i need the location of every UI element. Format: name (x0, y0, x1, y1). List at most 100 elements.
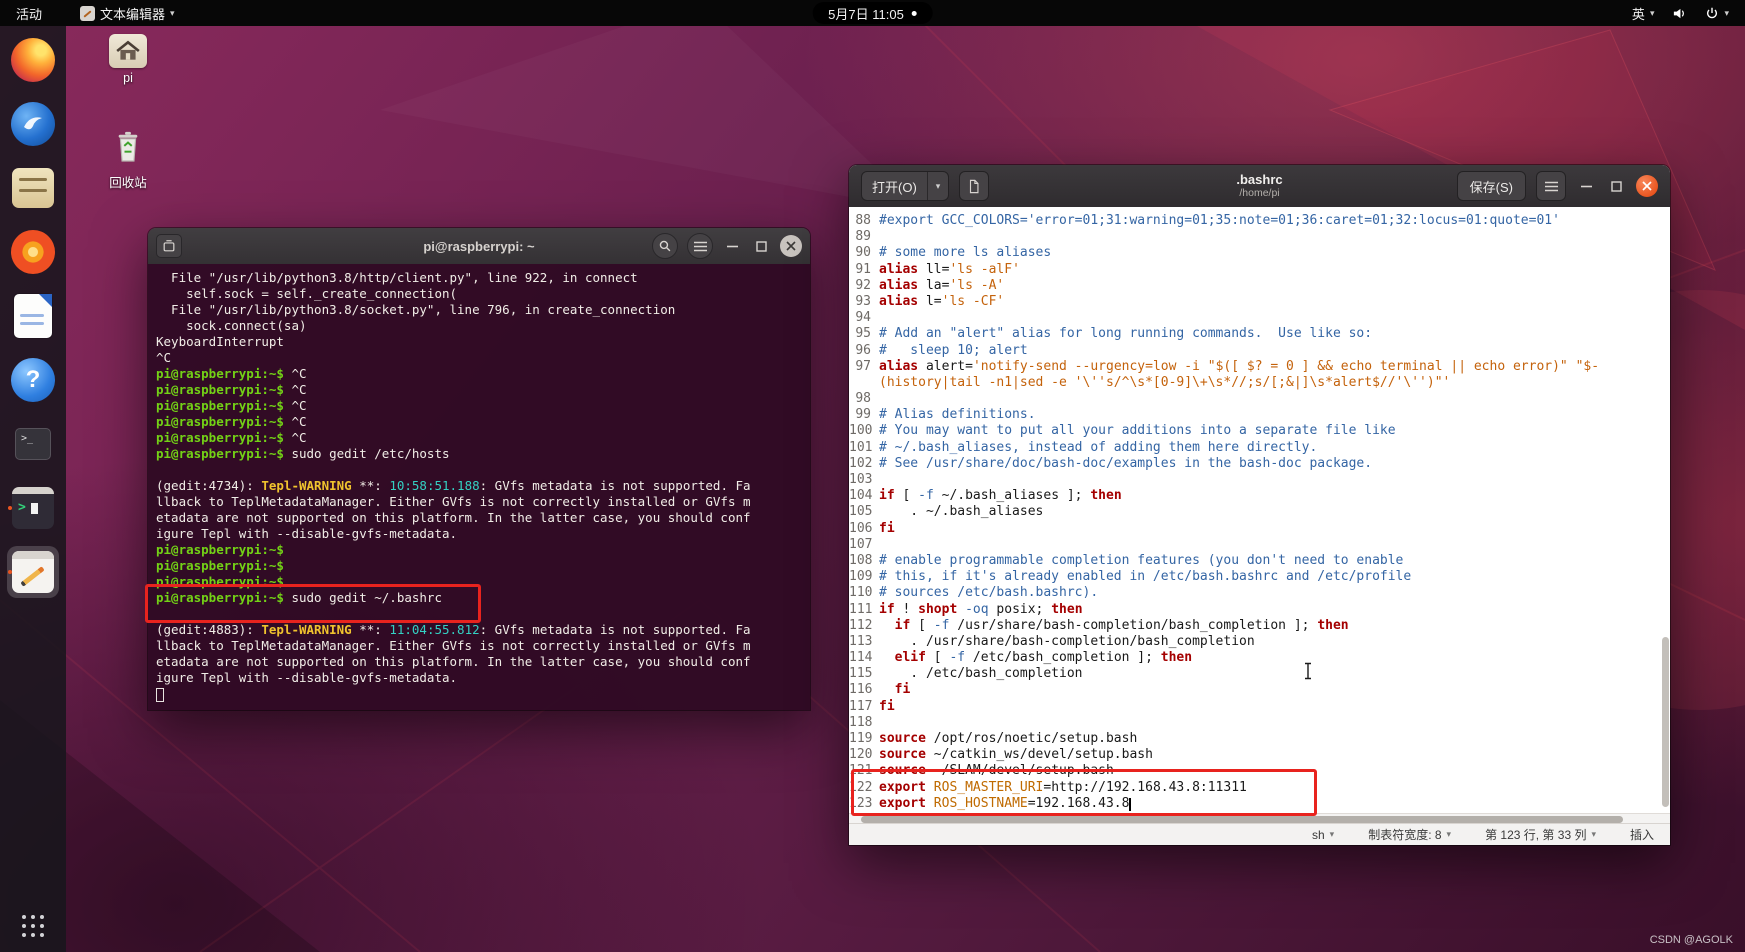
code-line[interactable]: 90 # some more ls aliases (849, 245, 1670, 261)
maximize-button[interactable] (751, 236, 771, 256)
dock-item-help[interactable] (7, 354, 59, 406)
code-line[interactable]: 119 source /opt/ros/noetic/setup.bash (849, 731, 1670, 747)
code-line[interactable]: 100 # You may want to put all your additi… (849, 423, 1670, 439)
clock-label: 5月7日 11:05 (828, 6, 904, 22)
chevron-down-icon: ▾ (1446, 829, 1452, 839)
code-line[interactable]: 89 (849, 229, 1670, 245)
dock-item-text-editor[interactable] (7, 546, 59, 598)
code-line[interactable]: 115 . /etc/bash_completion (849, 666, 1670, 682)
new-document-button[interactable] (959, 171, 990, 201)
terminal-output[interactable]: File "/usr/lib/python3.8/http/client.py"… (148, 264, 810, 710)
code-line[interactable]: 97 alias alert='notify-send --urgency=low… (849, 359, 1670, 375)
terminal-line: etadata are not supported on this platfo… (156, 654, 751, 669)
code-line[interactable]: 102 # See /usr/share/doc/bash-doc/example… (849, 456, 1670, 472)
code-line[interactable]: (history|tail -n1|sed -e '\''s/^\s*[0-9]… (849, 375, 1670, 391)
app-menu-label: 文本编辑器 (100, 6, 166, 22)
close-button[interactable] (780, 235, 802, 257)
menu-button[interactable] (687, 233, 713, 259)
new-tab-icon (163, 240, 175, 252)
open-dropdown-button[interactable]: ▾ (928, 181, 949, 192)
terminal-titlebar[interactable]: pi@raspberrypi: ~ (148, 228, 810, 264)
show-apps-button[interactable] (7, 904, 59, 948)
code-line[interactable]: 104 if [ -f ~/.bash_aliases ]; then (849, 488, 1670, 504)
dock-item-thunderbird[interactable] (7, 98, 59, 150)
dock-item-firefox[interactable] (7, 34, 59, 86)
code-line[interactable]: 103 (849, 472, 1670, 488)
terminal-line: etadata are not supported on this platfo… (156, 510, 751, 525)
code-line[interactable]: 109 # this, if it's already enabled in /e… (849, 569, 1670, 585)
code-line[interactable]: 95 # Add an "alert" alias for long runnin… (849, 326, 1670, 342)
minimize-button[interactable] (722, 236, 742, 256)
app-menu[interactable]: 文本编辑器 ▾ (74, 0, 181, 26)
save-button[interactable]: 保存(S) (1456, 171, 1526, 201)
gedit-code[interactable]: 88 #export GCC_COLORS='error=01;31:warnin… (849, 213, 1670, 812)
cursor-position-dropdown[interactable]: 第 123 行, 第 33 列 ▾ (1485, 826, 1596, 843)
code-line[interactable]: 112 if [ -f /usr/share/bash-completion/b… (849, 618, 1670, 634)
code-line[interactable]: 116 fi (849, 682, 1670, 698)
dock-item-files[interactable] (7, 162, 59, 214)
firefox-icon (11, 38, 55, 82)
new-tab-button[interactable] (156, 234, 182, 258)
desktop-icon-trash[interactable]: 回收站 (94, 130, 162, 191)
gedit-titlebar[interactable]: 打开(O) ▾ .bashrc /home/pi 保存(S) (849, 165, 1670, 207)
code-line[interactable]: 120 source ~/catkin_ws/devel/setup.bash (849, 747, 1670, 763)
clock-button[interactable]: 5月7日 11:05 (812, 2, 933, 24)
terminal-line: igure Tepl with --disable-gvfs-metadata. (156, 526, 458, 541)
dock-item-media-player[interactable] (7, 226, 59, 278)
code-line[interactable]: 101 # ~/.bash_aliases, instead of adding … (849, 440, 1670, 456)
language-mode-dropdown[interactable]: sh ▾ (1312, 828, 1334, 842)
menu-button[interactable] (1536, 171, 1566, 201)
maximize-icon (755, 240, 767, 252)
terminal-line: pi@raspberrypi:~$ ^C (156, 366, 307, 381)
activities-button[interactable]: 活动 (10, 0, 48, 26)
code-line[interactable]: 98 (849, 391, 1670, 407)
minimize-button[interactable] (1576, 176, 1596, 196)
tab-width-dropdown[interactable]: 制表符宽度: 8 ▾ (1368, 826, 1451, 843)
search-button[interactable] (652, 233, 678, 259)
code-line[interactable]: 117 fi (849, 699, 1670, 715)
insert-mode-indicator: 插入 (1629, 828, 1654, 842)
code-line[interactable]: 92 alias la='ls -A' (849, 278, 1670, 294)
code-line[interactable]: 108 # enable programmable completion feat… (849, 553, 1670, 569)
power-button[interactable]: ▾ (1699, 0, 1735, 26)
terminal-line: pi@raspberrypi:~$ ^C (156, 430, 307, 445)
chevron-down-icon: ▾ (1649, 7, 1655, 18)
code-line[interactable]: 106 fi (849, 521, 1670, 537)
dock-item-terminal[interactable]: > (7, 482, 59, 534)
code-line[interactable]: 107 (849, 537, 1670, 553)
close-button[interactable] (1636, 175, 1658, 197)
media-player-icon (11, 230, 55, 274)
open-button[interactable]: 打开(O) ▾ (861, 171, 950, 201)
code-line[interactable]: 88 #export GCC_COLORS='error=01;31:warnin… (849, 213, 1670, 229)
libreoffice-icon (14, 294, 52, 338)
code-line[interactable]: 93 alias l='ls -CF' (849, 294, 1670, 310)
code-line[interactable]: 91 alias ll='ls -alF' (849, 262, 1670, 278)
text-editor-icon (12, 551, 54, 593)
code-line[interactable]: 99 # Alias definitions. (849, 407, 1670, 423)
input-language-button[interactable]: 英 ▾ (1626, 0, 1661, 26)
scrollbar-thumb[interactable] (1662, 637, 1669, 807)
code-line[interactable]: 94 (849, 310, 1670, 326)
dock-item-libreoffice[interactable] (7, 290, 59, 342)
terminal-line: ^C (156, 350, 172, 365)
code-line[interactable]: 111 if ! shopt -oq posix; then (849, 602, 1670, 618)
desktop-icon-home[interactable]: pi (94, 34, 162, 85)
code-line[interactable]: 114 elif [ -f /etc/bash_completion ]; th… (849, 650, 1670, 666)
input-language-label: 英 (1631, 6, 1645, 22)
code-line[interactable]: 105 . ~/.bash_aliases (849, 504, 1670, 520)
power-icon (1707, 7, 1718, 19)
dock-item-terminal-alt[interactable] (7, 418, 59, 470)
code-line[interactable]: 118 (849, 715, 1670, 731)
vertical-scrollbar[interactable] (1660, 207, 1670, 813)
code-line[interactable]: 96 # sleep 10; alert (849, 343, 1670, 359)
terminal-line: pi@raspberrypi:~$ ^C (156, 382, 307, 397)
code-line[interactable]: 113 . /usr/share/bash-completion/bash_co… (849, 634, 1670, 650)
gedit-title-block: .bashrc /home/pi (1236, 172, 1282, 200)
top-bar: 活动 文本编辑器 ▾ 5月7日 11:05 英 ▾ ▾ (0, 0, 1745, 26)
maximize-button[interactable] (1606, 176, 1626, 196)
volume-button[interactable] (1666, 0, 1693, 26)
annotation-terminal-command (145, 584, 481, 623)
code-line[interactable]: 110 # sources /etc/bash.bashrc). (849, 585, 1670, 601)
scrollbar-thumb[interactable] (861, 815, 1623, 823)
